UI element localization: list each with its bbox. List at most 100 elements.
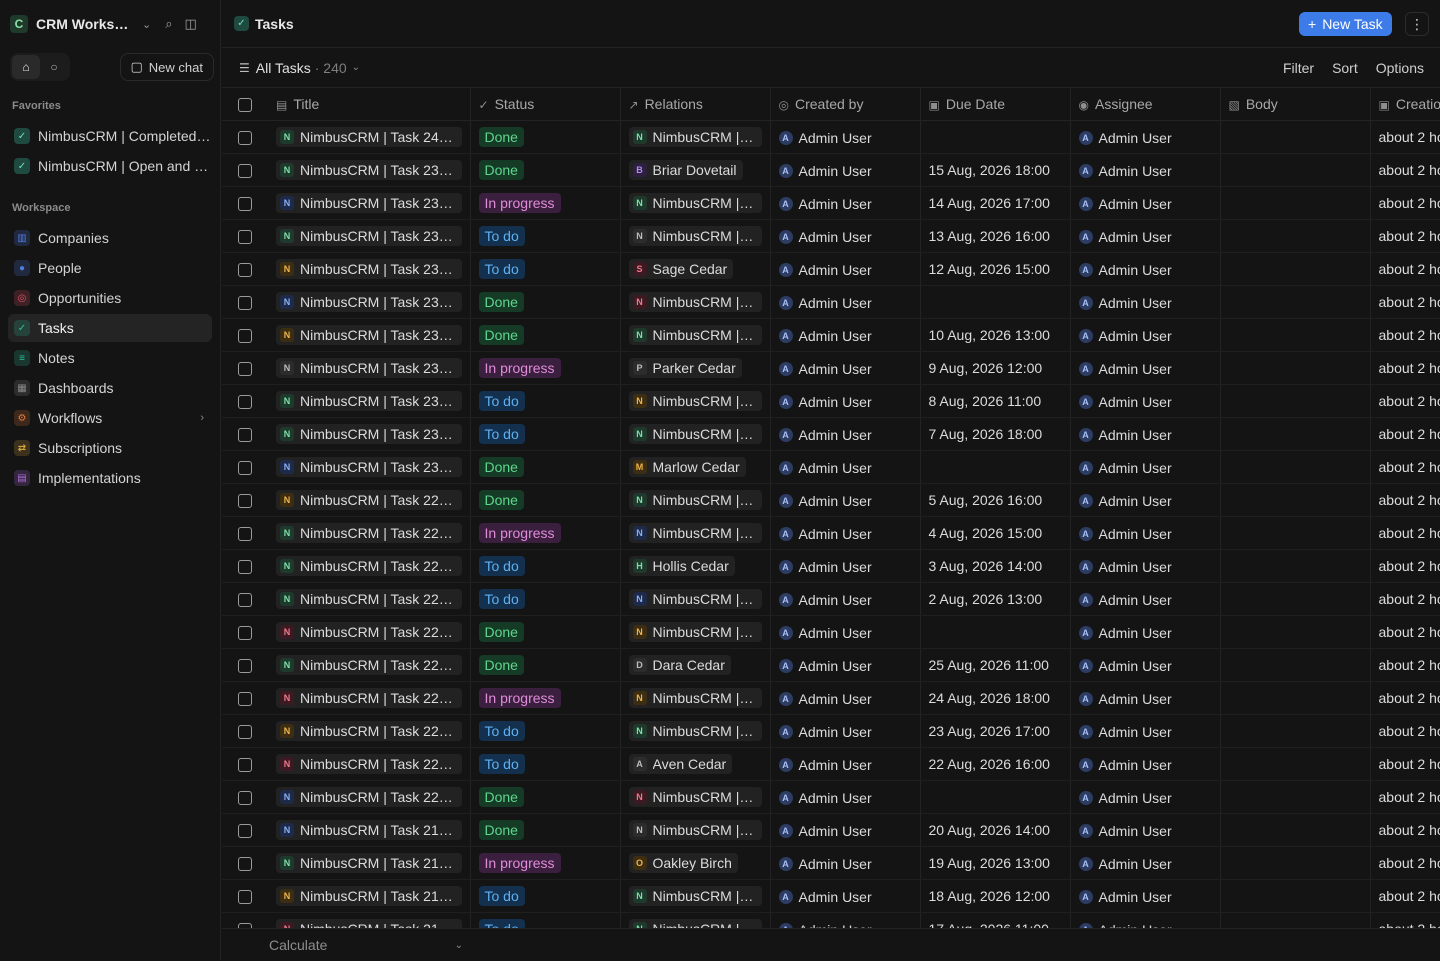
table-row[interactable]: NNimbusCRM | Task 218 | Collect feedback… [222,846,1440,879]
body-cell[interactable] [1220,285,1370,318]
row-select-cell[interactable] [222,384,268,417]
creation-date-cell[interactable]: about 2 hours ago [1370,780,1440,813]
relation-chip[interactable]: NNimbusCRM | Open and In Progress Tasks [629,886,762,906]
body-cell[interactable] [1220,813,1370,846]
table-row[interactable]: NNimbusCRM | Task 222 | Prepare proposal… [222,714,1440,747]
sidebar-item-opportunities[interactable]: ◎Opportunities [8,284,212,312]
status-cell[interactable]: To do [470,417,620,450]
due-date-cell[interactable]: 9 Aug, 2026 12:00 [920,351,1070,384]
status-cell[interactable]: Done [470,153,620,186]
user-chip[interactable]: AAdmin User [1079,328,1172,344]
user-chip[interactable]: AAdmin User [1079,625,1172,641]
title-cell[interactable]: NNimbusCRM | Task 225 | Schedule kickoff… [268,615,470,648]
relation-chip[interactable]: NNimbusCRM | Completed Tasks [629,325,762,345]
body-cell[interactable] [1220,153,1370,186]
table-row[interactable]: NNimbusCRM | Task 235 | Schedule custome… [222,285,1440,318]
search-icon[interactable]: ⌕ [165,16,172,32]
user-chip[interactable]: AAdmin User [779,526,872,542]
status-cell[interactable]: To do [470,912,620,928]
checkbox[interactable] [238,857,252,871]
created-by-cell[interactable]: AAdmin User [770,681,920,714]
checkbox[interactable] [238,791,252,805]
task-title-chip[interactable]: NNimbusCRM | Task 217 | Draft case study [276,886,462,906]
title-cell[interactable]: NNimbusCRM | Task 232 | Prepare demo wor… [268,384,470,417]
relations-cell[interactable]: NNimbusCRM | Completed Tasks [620,120,770,153]
checkbox[interactable] [238,659,252,673]
checkbox[interactable] [238,725,252,739]
table-row[interactable]: NNimbusCRM | Task 226 | Validate lead sc… [222,582,1440,615]
row-select-cell[interactable] [222,351,268,384]
assignee-cell[interactable]: AAdmin User [1070,747,1220,780]
task-title-chip[interactable]: NNimbusCRM | Task 222 | Prepare proposal [276,721,462,741]
due-date-cell[interactable]: 10 Aug, 2026 13:00 [920,318,1070,351]
user-chip[interactable]: AAdmin User [779,625,872,641]
title-cell[interactable]: NNimbusCRM | Task 229 | Update billing d… [268,483,470,516]
due-date-cell[interactable] [920,780,1070,813]
body-cell[interactable] [1220,879,1370,912]
status-cell[interactable]: Done [470,120,620,153]
body-cell[interactable] [1220,483,1370,516]
task-title-chip[interactable]: NNimbusCRM | Task 236 | Validate data im… [276,259,462,279]
user-chip[interactable]: AAdmin User [1079,394,1172,410]
checkbox[interactable] [238,593,252,607]
created-by-cell[interactable]: AAdmin User [770,351,920,384]
user-chip[interactable]: AAdmin User [779,757,872,773]
body-cell[interactable] [1220,912,1370,928]
user-chip[interactable]: AAdmin User [1079,823,1172,839]
due-date-cell[interactable]: 13 Aug, 2026 16:00 [920,219,1070,252]
status-cell[interactable]: In progress [470,681,620,714]
row-select-cell[interactable] [222,285,268,318]
task-title-chip[interactable]: NNimbusCRM | Task 220 | Share product ro… [276,787,462,807]
task-title-chip[interactable]: NNimbusCRM | Task 216 | Validate import … [276,919,462,929]
assignee-cell[interactable]: AAdmin User [1070,120,1220,153]
relations-cell[interactable]: AAven Cedar [620,747,770,780]
due-date-cell[interactable]: 3 Aug, 2026 14:00 [920,549,1070,582]
table-row[interactable]: NNimbusCRM | Task 220 | Share product ro… [222,780,1440,813]
due-date-cell[interactable]: 19 Aug, 2026 13:00 [920,846,1070,879]
user-chip[interactable]: AAdmin User [779,262,872,278]
title-cell[interactable]: NNimbusCRM | Task 240 | Ship onboarding … [268,120,470,153]
due-date-cell[interactable]: 24 Aug, 2026 18:00 [920,681,1070,714]
sidebar-item-companies[interactable]: ▥Companies [8,224,212,252]
relations-cell[interactable]: MMarlow Cedar [620,450,770,483]
title-cell[interactable]: NNimbusCRM | Task 235 | Schedule custome… [268,285,470,318]
relations-cell[interactable]: NNimbusCRM | Open and In Progress Tasks [620,681,770,714]
checkbox[interactable] [238,428,252,442]
user-chip[interactable]: AAdmin User [779,790,872,806]
user-chip[interactable]: AAdmin User [779,427,872,443]
user-chip[interactable]: AAdmin User [779,196,872,212]
checkbox[interactable] [238,362,252,376]
creation-date-cell[interactable]: about 2 hours ago [1370,483,1440,516]
body-cell[interactable] [1220,120,1370,153]
status-cell[interactable]: In progress [470,516,620,549]
user-chip[interactable]: AAdmin User [1079,427,1172,443]
user-chip[interactable]: AAdmin User [779,856,872,872]
checkbox[interactable] [238,197,252,211]
user-chip[interactable]: AAdmin User [779,658,872,674]
task-title-chip[interactable]: NNimbusCRM | Task 240 | Ship onboarding … [276,127,462,147]
relations-cell[interactable]: NNimbusCRM | Open and In Progress Tasks [620,879,770,912]
relation-chip[interactable]: NNimbusCRM | Completed Tasks [629,523,762,543]
title-cell[interactable]: NNimbusCRM | Task 221 | Discuss integrat… [268,747,470,780]
relation-chip[interactable]: NNimbusCRM | Completed Tasks [629,127,762,147]
task-title-chip[interactable]: NNimbusCRM | Task 219 | Update account o… [276,820,462,840]
row-select-cell[interactable] [222,879,268,912]
assignee-cell[interactable]: AAdmin User [1070,351,1220,384]
due-date-cell[interactable]: 22 Aug, 2026 16:00 [920,747,1070,780]
user-chip[interactable]: AAdmin User [779,724,872,740]
table-row[interactable]: NNimbusCRM | Task 221 | Discuss integrat… [222,747,1440,780]
status-cell[interactable]: To do [470,582,620,615]
user-chip[interactable]: AAdmin User [779,889,872,905]
user-chip[interactable]: AAdmin User [779,361,872,377]
user-chip[interactable]: AAdmin User [1079,592,1172,608]
assignee-cell[interactable]: AAdmin User [1070,648,1220,681]
user-chip[interactable]: AAdmin User [1079,691,1172,707]
checkbox[interactable] [238,626,252,640]
column-due-date[interactable]: ▣Due Date [920,88,1070,120]
body-cell[interactable] [1220,351,1370,384]
status-cell[interactable]: In progress [470,186,620,219]
relations-cell[interactable]: NNimbusCRM | Completed Tasks [620,615,770,648]
checkbox[interactable] [238,296,252,310]
assignee-cell[interactable]: AAdmin User [1070,780,1220,813]
status-cell[interactable]: To do [470,714,620,747]
